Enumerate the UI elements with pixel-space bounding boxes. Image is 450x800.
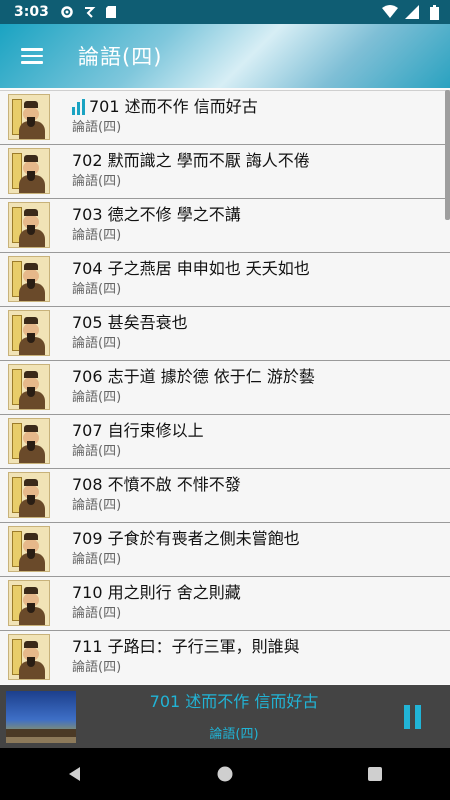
track-title-text: 705 甚矣吾衰也 [72,313,188,332]
back-button[interactable] [51,750,99,798]
track-title: 705 甚矣吾衰也 [72,312,188,334]
hamburger-menu-icon [21,44,43,68]
track-title-text: 708 不憤不啟 不悱不發 [72,475,241,494]
recents-icon [368,767,382,781]
confucius-thumbnail [8,634,50,680]
app-bar: 論語(四) [0,24,450,88]
track-title-text: 709 子食於有喪者之側未嘗飽也 [72,529,300,548]
confucius-thumbnail [8,94,50,140]
track-title-text: 702 默而識之 學而不厭 誨人不倦 [72,151,310,170]
status-bar: 3:03 [0,0,450,24]
track-title-text: 701 述而不作 信而好古 [89,97,258,116]
home-icon [217,766,233,782]
pause-button[interactable] [392,697,432,737]
track-list-item[interactable]: 706 志于道 據於德 依于仁 游於藝論語(四) [0,361,450,415]
track-title: 707 自行束修以上 [72,420,204,442]
track-title: 711 子路曰：子行三軍，則誰與 [72,636,300,658]
track-title-text: 706 志于道 據於德 依于仁 游於藝 [72,367,315,386]
track-list-item[interactable]: 705 甚矣吾衰也論語(四) [0,307,450,361]
mini-player[interactable]: 701 述而不作 信而好古 論語(四) [0,685,450,748]
track-title-text: 707 自行束修以上 [72,421,204,440]
now-playing-icon [72,99,85,115]
track-title: 706 志于道 據於德 依于仁 游於藝 [72,366,315,388]
track-list-item[interactable]: 703 德之不修 學之不講論語(四) [0,199,450,253]
confucius-thumbnail [8,202,50,248]
track-title: 709 子食於有喪者之側未嘗飽也 [72,528,300,550]
track-list-item[interactable]: 701 述而不作 信而好古論語(四) [0,90,450,145]
track-subtitle: 論語(四) [72,606,122,621]
sd-card-icon [103,4,119,20]
signal-icon [404,4,420,20]
confucius-thumbnail [8,472,50,518]
confucius-thumbnail [8,364,50,410]
status-time: 3:03 [14,4,49,20]
album-art [6,690,76,743]
track-list-item[interactable]: 702 默而識之 學而不厭 誨人不倦論語(四) [0,145,450,199]
battery-icon [426,4,442,20]
track-list-item[interactable]: 710 用之則行 舍之則藏論語(四) [0,577,450,631]
player-track-title: 701 述而不作 信而好古 [149,692,319,711]
home-button[interactable] [201,750,249,798]
pause-icon [403,704,410,729]
confucius-thumbnail [8,526,50,572]
recents-button[interactable] [351,750,399,798]
track-subtitle: 論語(四) [72,228,122,243]
track-title-text: 704 子之燕居 申申如也 夭夭如也 [72,259,310,278]
track-list-item[interactable]: 708 不憤不啟 不悱不發論語(四) [0,469,450,523]
track-subtitle: 論語(四) [72,120,122,135]
confucius-thumbnail [8,418,50,464]
track-list-item[interactable]: 707 自行束修以上論語(四) [0,415,450,469]
track-title-text: 703 德之不修 學之不講 [72,205,241,224]
track-subtitle: 論語(四) [72,444,122,459]
player-track-subtitle: 論語(四) [209,727,259,742]
track-title: 708 不憤不啟 不悱不發 [72,474,241,496]
track-title: 701 述而不作 信而好古 [72,96,258,118]
track-subtitle: 論語(四) [72,390,122,405]
track-subtitle: 論語(四) [72,552,122,567]
wifi-icon [382,4,398,20]
confucius-thumbnail [8,580,50,626]
track-list-item[interactable]: 704 子之燕居 申申如也 夭夭如也論語(四) [0,253,450,307]
track-subtitle: 論語(四) [72,282,122,297]
track-list[interactable]: 701 述而不作 信而好古 論語(四) 702 默而識之 學而不厭 誨人不倦 論語(四… [0,90,450,684]
confucius-thumbnail [8,148,50,194]
track-title: 702 默而識之 學而不厭 誨人不倦 [72,150,310,172]
back-icon [69,767,80,781]
track-title: 704 子之燕居 申申如也 夭夭如也 [72,258,310,280]
confucius-thumbnail [8,256,50,302]
track-list-item[interactable]: 711 子路曰：子行三軍，則誰與論語(四) [0,631,450,684]
confucius-thumbnail [8,310,50,356]
menu-button[interactable] [4,28,60,84]
track-list-item[interactable]: 709 子食於有喪者之側未嘗飽也論語(四) [0,523,450,577]
track-title-text: 711 子路曰：子行三軍，則誰與 [72,637,300,656]
track-subtitle: 論語(四) [72,660,122,675]
notification-icon [81,4,97,20]
settings-icon [59,4,75,20]
page-title: 論語(四) [78,45,163,69]
scrollbar[interactable] [445,90,450,220]
track-title: 703 德之不修 學之不講 [72,204,241,226]
system-nav-bar [0,748,450,800]
track-subtitle: 論語(四) [72,498,122,513]
track-subtitle: 論語(四) [72,336,122,351]
track-title-text: 710 用之則行 舍之則藏 [72,583,241,602]
track-subtitle: 論語(四) [72,174,122,189]
track-title: 710 用之則行 舍之則藏 [72,582,241,604]
